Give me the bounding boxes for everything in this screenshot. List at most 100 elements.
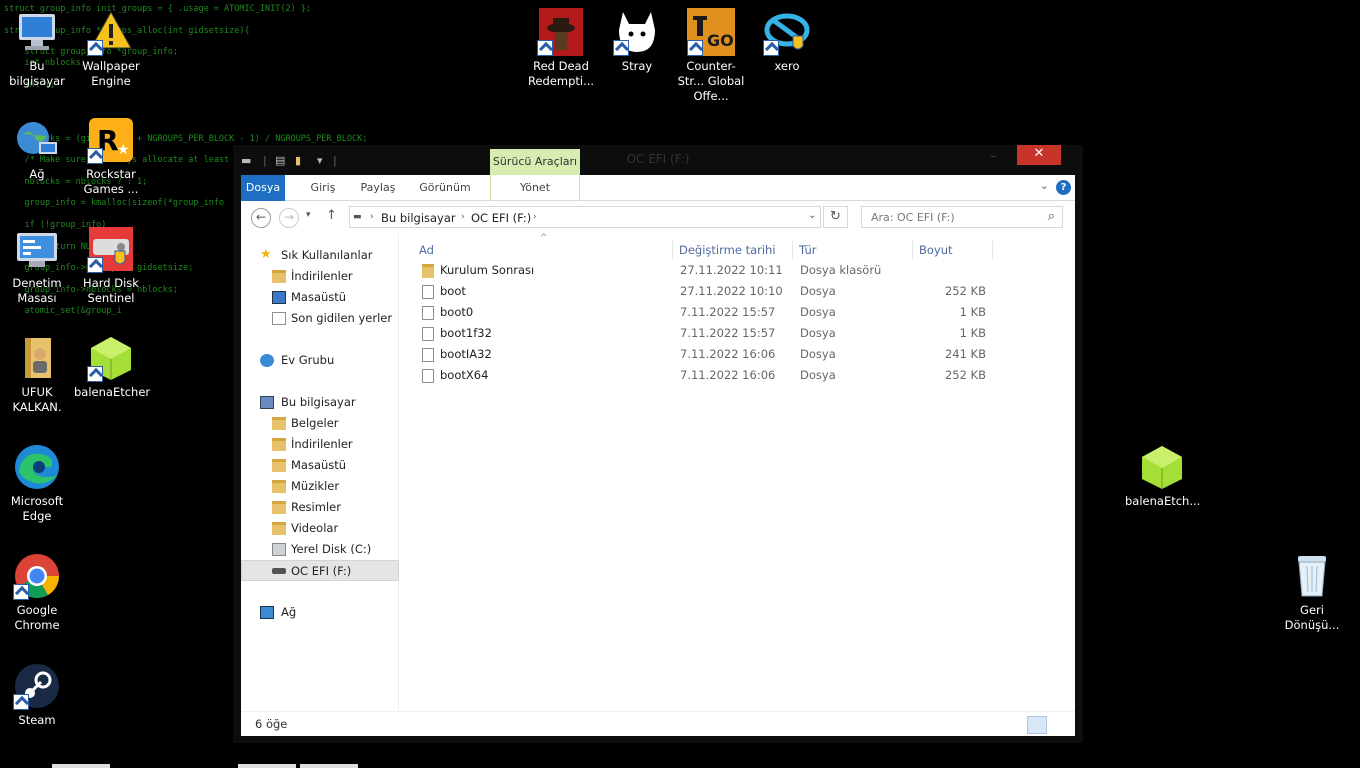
taskbar-fragment — [52, 764, 110, 768]
nav-this-pc[interactable]: Bu bilgisayar — [241, 392, 399, 413]
item-count: 6 öğe — [255, 717, 288, 731]
address-dropdown-icon[interactable]: ⌄ — [808, 210, 816, 221]
chrome-icon — [13, 552, 61, 600]
file-row[interactable]: bootIA32 7.11.2022 16:06 Dosya 241 KB — [410, 344, 990, 365]
desktop-icon-user-folder[interactable]: UFUK KALKAN. — [0, 334, 74, 415]
breadcrumb-drive[interactable]: OC EFI (F:) — [471, 211, 531, 225]
sort-ascending-icon: ^ — [540, 233, 548, 243]
file-row[interactable]: boot 27.11.2022 10:10 Dosya 252 KB — [410, 281, 990, 302]
chevron-right-icon[interactable]: › — [370, 212, 374, 222]
nav-pictures[interactable]: Resimler — [241, 497, 399, 518]
nav-desktop[interactable]: Masaüstü — [241, 287, 399, 308]
file-row[interactable]: boot1f32 7.11.2022 15:57 Dosya 1 KB — [410, 323, 990, 344]
nav-downloads[interactable]: İndirilenler — [241, 266, 399, 287]
xero-icon — [763, 8, 811, 56]
file-type: Dosya — [800, 284, 836, 298]
taskbar-fragment — [238, 764, 296, 768]
desktop-icon-recycle-bin[interactable]: Geri Dönüşü... — [1275, 552, 1349, 633]
forward-button[interactable]: → — [279, 208, 299, 228]
back-button[interactable]: ← — [251, 208, 271, 228]
folder-icon — [422, 264, 434, 278]
file-date: 7.11.2022 15:57 — [680, 326, 776, 340]
address-bar[interactable]: ▬ › Bu bilgisayar › OC EFI (F:) › ⌄ — [349, 206, 821, 228]
shortcut-arrow-icon — [687, 40, 703, 56]
column-header-type[interactable]: Tür — [799, 243, 816, 257]
nav-videos[interactable]: Videolar — [241, 518, 399, 539]
search-input[interactable]: Ara: OC EFI (F:) ⌕ — [861, 206, 1063, 228]
desktop-icon-rockstar[interactable]: R ★ Rockstar Games ... — [74, 116, 148, 197]
ribbon-expand-icon[interactable]: ⌄ — [1040, 179, 1049, 192]
nav-homegroup[interactable]: Ev Grubu — [241, 350, 399, 371]
desktop-icon-stray[interactable]: Stray — [600, 8, 674, 74]
file-row[interactable]: bootX64 7.11.2022 16:06 Dosya 252 KB — [410, 365, 990, 386]
control-panel-icon — [13, 225, 61, 273]
drive-icon: ▬ — [353, 212, 362, 222]
desktop-icon-xero[interactable]: xero — [750, 8, 824, 74]
close-button[interactable]: ✕ — [1017, 145, 1061, 165]
nav-local-disk-c[interactable]: Yerel Disk (C:) — [241, 539, 399, 560]
details-view-button[interactable] — [1027, 716, 1047, 734]
file-type: Dosya — [800, 326, 836, 340]
up-button[interactable]: ↑ — [326, 208, 337, 223]
title-bar[interactable]: ▬ | ▤ ▮ ▾ | Sürücü Araçları OC EFI (F:) … — [233, 145, 1083, 175]
file-name: boot1f32 — [440, 326, 492, 340]
balena-etcher-icon — [1138, 443, 1186, 491]
tab-share[interactable]: Paylaş — [356, 175, 400, 201]
downloads-folder-icon — [272, 438, 286, 451]
stray-icon — [613, 8, 661, 56]
nav-pc-desktop[interactable]: Masaüstü — [241, 455, 399, 476]
file-size: 1 KB — [959, 326, 986, 340]
nav-documents[interactable]: Belgeler — [241, 413, 399, 434]
desktop-icon-this-pc[interactable]: Bu bilgisayar — [0, 8, 74, 89]
file-row[interactable]: boot0 7.11.2022 15:57 Dosya 1 KB — [410, 302, 990, 323]
tab-view[interactable]: Görünüm — [413, 175, 477, 201]
tab-home[interactable]: Giriş — [303, 175, 343, 201]
file-icon — [422, 348, 434, 362]
tab-manage[interactable]: Yönet — [490, 175, 580, 201]
desktop-icon-network[interactable]: Ağ — [0, 116, 74, 182]
nav-oc-efi-f[interactable]: OC EFI (F:) — [241, 560, 399, 581]
nav-recent-places[interactable]: Son gidilen yerler — [241, 308, 399, 329]
help-icon[interactable]: ? — [1056, 180, 1071, 195]
status-bar: 6 öğe — [241, 711, 1075, 736]
desktop-icon-steam[interactable]: Steam — [0, 662, 74, 728]
explorer-window: ▬ | ▤ ▮ ▾ | Sürücü Araçları OC EFI (F:) … — [233, 145, 1083, 743]
rockstar-icon: R ★ — [87, 116, 135, 164]
file-size: 252 KB — [944, 368, 986, 382]
desktop-icon-csgo[interactable]: GO Counter-Str... Global Offe... — [674, 8, 748, 104]
recent-locations-icon[interactable]: ▾ — [306, 210, 311, 220]
homegroup-icon — [260, 354, 274, 367]
window-title: OC EFI (F:) — [626, 152, 690, 166]
desktop-icon-control-panel[interactable]: Denetim Masası — [0, 225, 74, 306]
desktop-icon-wallpaper-engine[interactable]: Wallpaper Engine — [74, 8, 148, 89]
nav-network[interactable]: Ağ — [241, 602, 399, 623]
file-row[interactable]: Kurulum Sonrası 27.11.2022 10:11 Dosya kla… — [410, 260, 990, 281]
refresh-button[interactable]: ↻ — [823, 206, 848, 228]
desktop: struct group_info init_groups = { .usage… — [0, 0, 1360, 768]
minimize-button[interactable]: – — [983, 147, 1003, 167]
desktop-icon-hard-disk-sentinel[interactable]: Hard Disk Sentinel — [74, 225, 148, 306]
shortcut-arrow-icon — [87, 366, 103, 382]
csgo-icon: GO — [687, 8, 735, 56]
desktop-icon-balena-etcher[interactable]: balenaEtcher — [74, 334, 150, 400]
column-header-name[interactable]: Ad — [419, 243, 434, 257]
nav-favorites[interactable]: ★ Sık Kullanılanlar — [241, 245, 399, 266]
chevron-right-icon[interactable]: › — [461, 212, 465, 222]
large-icons-view-button[interactable] — [1049, 716, 1069, 734]
nav-music[interactable]: Müzikler — [241, 476, 399, 497]
downloads-folder-icon — [272, 270, 286, 283]
column-header-date[interactable]: Değiştirme tarihi — [679, 243, 776, 257]
desktop-icon-edge[interactable]: Microsoft Edge — [0, 443, 74, 524]
desktop-icon-balena-etcher-2[interactable]: balenaEtch... — [1125, 443, 1200, 509]
star-icon: ★ — [260, 247, 272, 262]
file-list: ^ Ad Değiştirme tarihi Tür Boyut Kurulum… — [400, 233, 1075, 711]
tab-file[interactable]: Dosya — [241, 175, 285, 201]
hard-disk-sentinel-icon — [87, 225, 135, 273]
column-header-size[interactable]: Boyut — [919, 243, 953, 257]
desktop-icon-red-dead[interactable]: Red Dead Redempti... — [524, 8, 598, 89]
desktop-icon-chrome[interactable]: Google Chrome — [0, 552, 74, 633]
breadcrumb-this-pc[interactable]: Bu bilgisayar — [381, 211, 456, 225]
chevron-right-icon[interactable]: › — [533, 212, 537, 222]
nav-pc-downloads[interactable]: İndirilenler — [241, 434, 399, 455]
